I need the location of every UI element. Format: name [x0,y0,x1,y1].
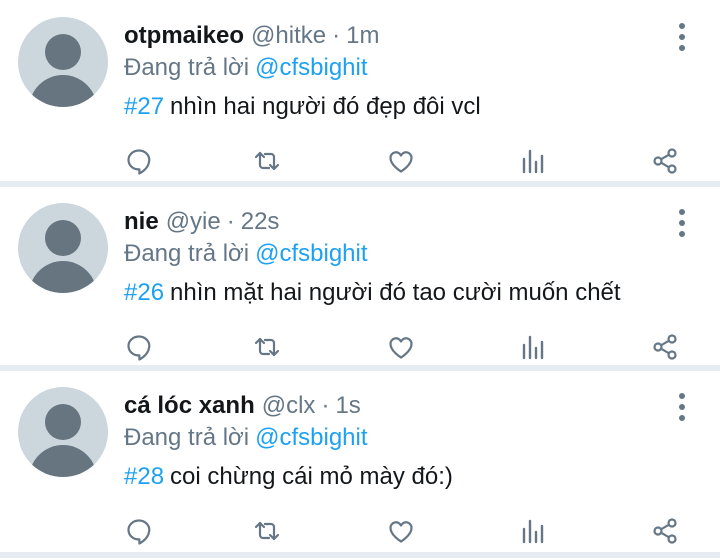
user-handle[interactable]: @hitke [251,20,326,52]
tweet-card[interactable]: otpmaikeo @hitke · 1m Đang trả lời @cfsbi… [0,0,720,180]
tweet-text: #28 coi chừng cái mỏ mày đó:) [124,461,453,493]
share-icon[interactable] [650,516,680,546]
default-avatar-body [29,261,97,293]
replying-to: Đang trả lời @cfsbighit [124,238,368,270]
tweet-body: nhìn mặt hai người đó tao cười muốn chết [170,279,621,306]
separator-dot: · [226,208,235,235]
tweet-header: cá lóc xanh @clx · 1s [124,390,361,424]
more-vertical-icon[interactable] [672,23,692,51]
reply-icon[interactable] [124,332,154,362]
replying-to: Đang trả lời @cfsbighit [124,422,368,454]
more-vertical-icon[interactable] [672,393,692,421]
replying-to-label: Đang trả lời [124,240,250,267]
tweet-card[interactable]: cá lóc xanh @clx · 1s Đang trả lời @cfsbi… [0,370,720,550]
tweet-text: #26 nhìn mặt hai người đó tao cười muốn c… [124,277,621,309]
share-icon[interactable] [650,332,680,362]
reply-icon[interactable] [124,146,154,176]
tweet-actions [0,332,720,362]
tweet-actions [0,516,720,546]
like-icon[interactable] [386,146,416,176]
default-avatar-head [45,34,81,70]
default-avatar-body [29,445,97,477]
stats-icon[interactable] [518,146,548,176]
tweet-card[interactable]: nie @yie · 22s Đang trả lời @cfsbighit #2… [0,186,720,366]
stats-icon[interactable] [518,516,548,546]
hashtag-link[interactable]: #28 [124,463,164,490]
timestamp[interactable]: 1s [335,390,360,422]
timestamp[interactable]: 1m [346,20,379,52]
default-avatar-head [45,220,81,256]
reply-icon[interactable] [124,516,154,546]
tweet-text: #27 nhìn hai người đó đẹp đôi vcl [124,91,481,123]
tweet-header: nie @yie · 22s [124,206,279,240]
replying-to-label: Đang trả lời [124,424,250,451]
default-avatar-body [29,75,97,107]
share-icon[interactable] [650,146,680,176]
user-handle[interactable]: @yie [166,206,221,238]
tweet-body: coi chừng cái mỏ mày đó:) [170,463,453,490]
separator-dot: · [321,392,330,419]
retweet-icon[interactable] [252,332,282,362]
tweet-body: nhìn hai người đó đẹp đôi vcl [170,93,481,120]
avatar[interactable] [18,203,108,293]
timeline-feed: otpmaikeo @hitke · 1m Đang trả lời @cfsbi… [0,0,720,560]
user-handle[interactable]: @clx [262,390,316,422]
separator-dot: · [332,22,341,49]
replying-to: Đang trả lời @cfsbighit [124,52,368,84]
display-name[interactable]: otpmaikeo [124,20,244,52]
default-avatar-head [45,404,81,440]
display-name[interactable]: nie [124,206,159,238]
retweet-icon[interactable] [252,516,282,546]
timestamp[interactable]: 22s [241,206,280,238]
stats-icon[interactable] [518,332,548,362]
like-icon[interactable] [386,332,416,362]
replying-to-label: Đang trả lời [124,54,250,81]
mention-link[interactable]: @cfsbighit [255,424,367,451]
tweet-divider [0,552,720,558]
retweet-icon[interactable] [252,146,282,176]
hashtag-link[interactable]: #27 [124,93,164,120]
more-vertical-icon[interactable] [672,209,692,237]
mention-link[interactable]: @cfsbighit [255,240,367,267]
tweet-actions [0,146,720,176]
display-name[interactable]: cá lóc xanh [124,390,255,422]
tweet-header: otpmaikeo @hitke · 1m [124,20,379,54]
like-icon[interactable] [386,516,416,546]
mention-link[interactable]: @cfsbighit [255,54,367,81]
avatar[interactable] [18,387,108,477]
hashtag-link[interactable]: #26 [124,279,164,306]
avatar[interactable] [18,17,108,107]
